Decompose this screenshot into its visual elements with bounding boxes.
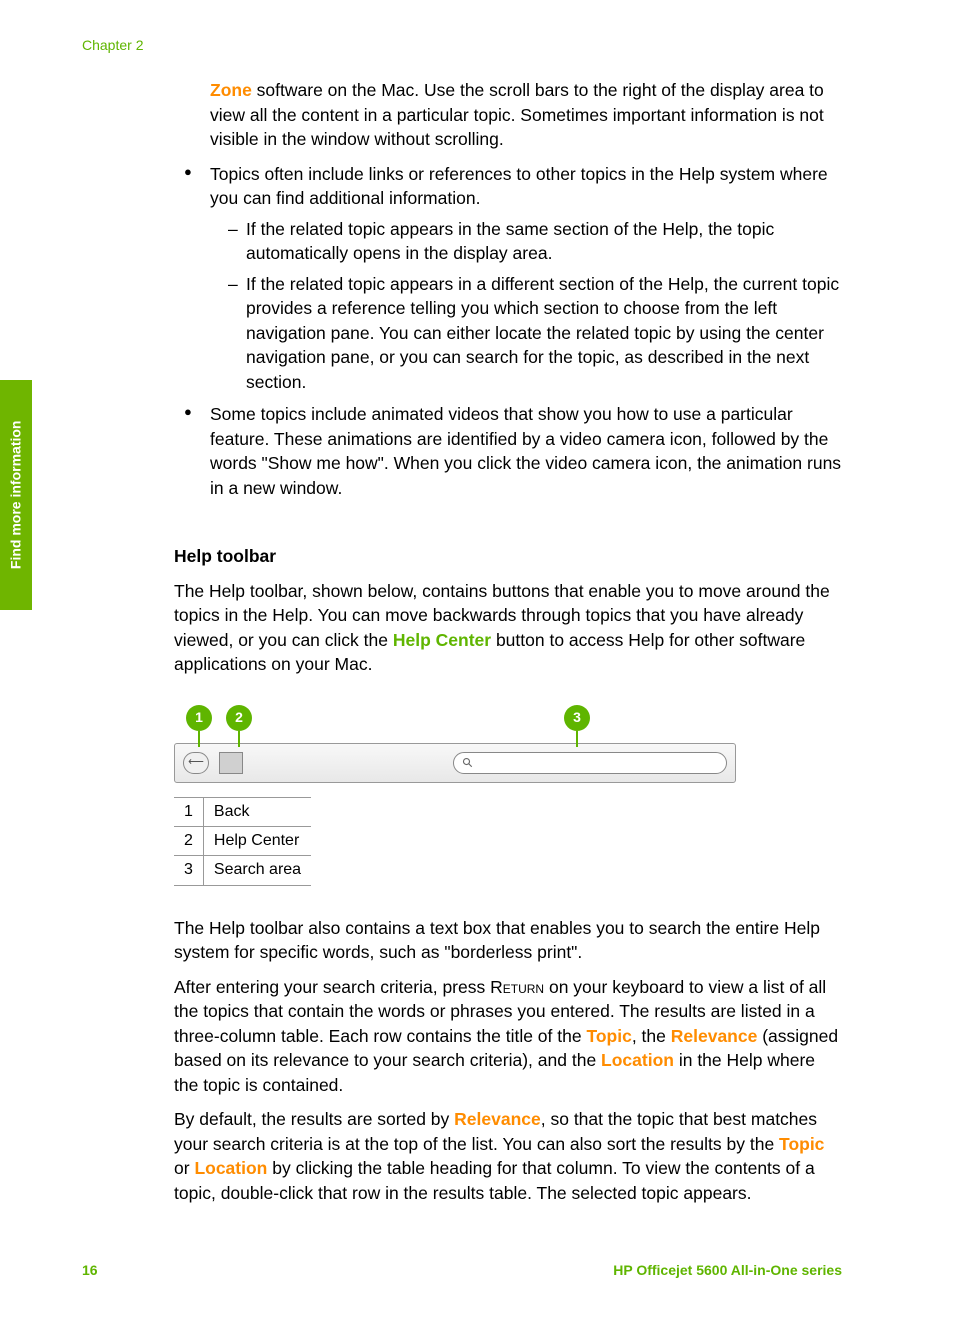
search-icon [462,757,474,769]
return-key: Return [490,977,544,997]
location-term-2: Location [194,1158,267,1178]
legend-label-1: Back [203,797,311,826]
toolbar-figure: 1 2 3 ⟵ 1 Back 2 Help Center [174,705,844,886]
page-number: 16 [82,1261,98,1281]
footer: 16 HP Officejet 5600 All-in-One series [82,1261,842,1281]
callout-line-1 [198,731,200,747]
back-button[interactable]: ⟵ [183,752,209,774]
help-toolbar-heading: Help toolbar [174,544,844,569]
p3-after: by clicking the table heading for that c… [174,1158,815,1203]
callout-3: 3 [564,705,590,731]
intro-text: software on the Mac. Use the scroll bars… [210,80,824,149]
sub-2: If the related topic appears in a differ… [210,272,844,395]
p3-before: By default, the results are sorted by [174,1109,454,1129]
topic-term: Topic [586,1026,631,1046]
zone-term: Zone [210,80,252,100]
side-tab-text: Find more information [6,421,26,570]
p3-mid2: or [174,1158,194,1178]
legend-num-1: 1 [174,797,203,826]
sublist: If the related topic appears in the same… [210,217,844,395]
bullet-list: Topics often include links or references… [174,162,844,501]
back-arrow-icon: ⟵ [188,755,204,770]
legend-row-2: 2 Help Center [174,826,311,855]
callout-1: 1 [186,705,212,731]
callout-line-3 [576,731,578,747]
legend-label-3: Search area [203,856,311,885]
location-term: Location [601,1050,674,1070]
callout-2: 2 [226,705,252,731]
relevance-term-2: Relevance [454,1109,541,1129]
toolbar-paragraph: The Help toolbar, shown below, contains … [174,579,844,677]
help-center-button[interactable] [219,752,243,774]
legend-row-1: 1 Back [174,797,311,826]
p2-mid2: , the [632,1026,671,1046]
legend-num-2: 2 [174,826,203,855]
sub-1: If the related topic appears in the same… [210,217,844,266]
bullet-1: Topics often include links or references… [174,162,844,395]
chapter-label: Chapter 2 [82,36,143,56]
side-tab: Find more information [0,380,32,610]
product-name: HP Officejet 5600 All-in-One series [613,1261,842,1281]
legend-label-2: Help Center [203,826,311,855]
p2-before: After entering your search criteria, pre… [174,977,490,997]
topic-term-2: Topic [779,1134,824,1154]
bullet-1-text: Topics often include links or references… [210,164,828,209]
relevance-term: Relevance [671,1026,758,1046]
legend-row-3: 3 Search area [174,856,311,885]
after-p3: By default, the results are sorted by Re… [174,1107,844,1205]
help-center-term: Help Center [393,630,491,650]
main-content: Zone software on the Mac. Use the scroll… [174,78,844,1215]
legend-table: 1 Back 2 Help Center 3 Search area [174,797,311,886]
after-p1: The Help toolbar also contains a text bo… [174,916,844,965]
help-toolbar: ⟵ [174,743,736,783]
intro-paragraph: Zone software on the Mac. Use the scroll… [210,78,844,152]
after-p2: After entering your search criteria, pre… [174,975,844,1098]
after-block: The Help toolbar also contains a text bo… [174,916,844,1206]
bullet-2: Some topics include animated videos that… [174,402,844,500]
search-input[interactable] [453,752,727,774]
legend-num-3: 3 [174,856,203,885]
callouts: 1 2 3 [174,705,844,745]
callout-line-2 [238,731,240,747]
